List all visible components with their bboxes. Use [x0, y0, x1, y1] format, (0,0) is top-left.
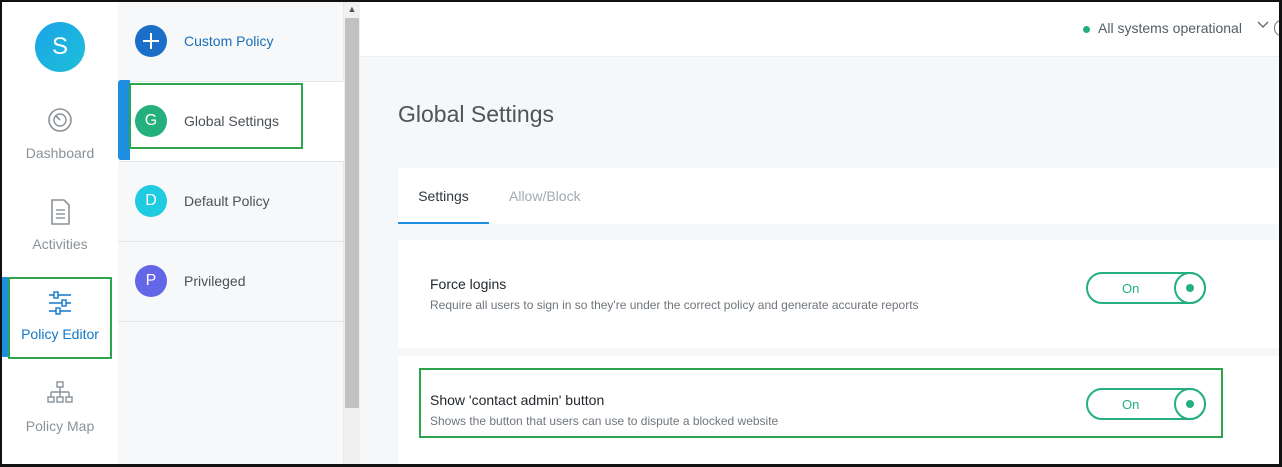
policy-list-scrollbar[interactable]: ▲ — [344, 2, 360, 464]
setting-card-contact-admin: Show 'contact admin' button Shows the bu… — [398, 356, 1280, 464]
setting-description: Shows the button that users can use to d… — [430, 414, 779, 428]
document-list-icon — [51, 199, 70, 225]
page-title: Global Settings — [398, 101, 554, 127]
left-nav: S Dashboard Activities Policy Editor Pol… — [2, 2, 118, 464]
policy-avatar: P — [135, 265, 167, 297]
contact-admin-toggle[interactable]: On — [1086, 388, 1206, 420]
scroll-up-arrow-icon[interactable]: ▲ — [344, 2, 360, 16]
toggle-label: On — [1122, 281, 1140, 296]
tab-allow-block[interactable]: Allow/Block — [509, 168, 581, 224]
toggle-knob — [1174, 388, 1206, 420]
policy-label: Default Policy — [184, 193, 270, 209]
tab-bar: Settings Allow/Block — [398, 168, 1280, 224]
setting-card-force-logins: Force logins Require all users to sign i… — [398, 240, 1280, 348]
avatar[interactable]: S — [35, 22, 85, 72]
nav-item-activities[interactable]: Activities — [2, 198, 118, 278]
policy-list: Custom Policy G Global Settings D Defaul… — [118, 2, 344, 464]
force-logins-toggle[interactable]: On — [1086, 272, 1206, 304]
nav-item-policy-editor[interactable]: Policy Editor — [2, 289, 118, 369]
policy-selected-indicator — [118, 80, 130, 160]
policy-avatar: D — [135, 185, 167, 217]
tab-settings[interactable]: Settings — [398, 168, 489, 224]
main-content: All systems operational Global Settings … — [360, 2, 1280, 464]
toggle-knob — [1174, 272, 1206, 304]
toggle-label: On — [1122, 397, 1140, 412]
status-dot-icon — [1083, 26, 1090, 33]
help-icon[interactable] — [1274, 20, 1280, 36]
policy-avatar: G — [135, 105, 167, 137]
policy-item-global-settings[interactable]: G Global Settings — [118, 82, 344, 162]
org-chart-icon — [47, 381, 73, 403]
setting-title: Show 'contact admin' button — [430, 392, 605, 408]
policy-label: Global Settings — [184, 113, 279, 129]
nav-item-dashboard[interactable]: Dashboard — [2, 107, 118, 187]
policy-label: Privileged — [184, 273, 246, 289]
nav-label-activities: Activities — [32, 236, 88, 252]
policy-item-privileged[interactable]: P Privileged — [118, 242, 344, 322]
nav-label-policy-editor: Policy Editor — [21, 326, 99, 342]
nav-label-policy-map: Policy Map — [25, 418, 95, 434]
policy-item-default-policy[interactable]: D Default Policy — [118, 162, 344, 242]
dashboard-gauge-icon — [48, 108, 72, 132]
custom-policy-button[interactable]: Custom Policy — [118, 2, 344, 82]
chevron-down-icon[interactable] — [1256, 18, 1270, 32]
custom-policy-label: Custom Policy — [184, 33, 274, 49]
nav-item-policy-map[interactable]: Policy Map — [2, 380, 118, 460]
setting-title: Force logins — [430, 276, 507, 292]
top-bar: All systems operational — [360, 2, 1280, 57]
scroll-thumb[interactable] — [345, 18, 359, 408]
system-status[interactable]: All systems operational — [1098, 20, 1242, 36]
sliders-icon — [49, 291, 71, 315]
plus-icon — [135, 25, 167, 57]
nav-label-dashboard: Dashboard — [25, 145, 95, 161]
setting-description: Require all users to sign in so they're … — [430, 298, 919, 312]
